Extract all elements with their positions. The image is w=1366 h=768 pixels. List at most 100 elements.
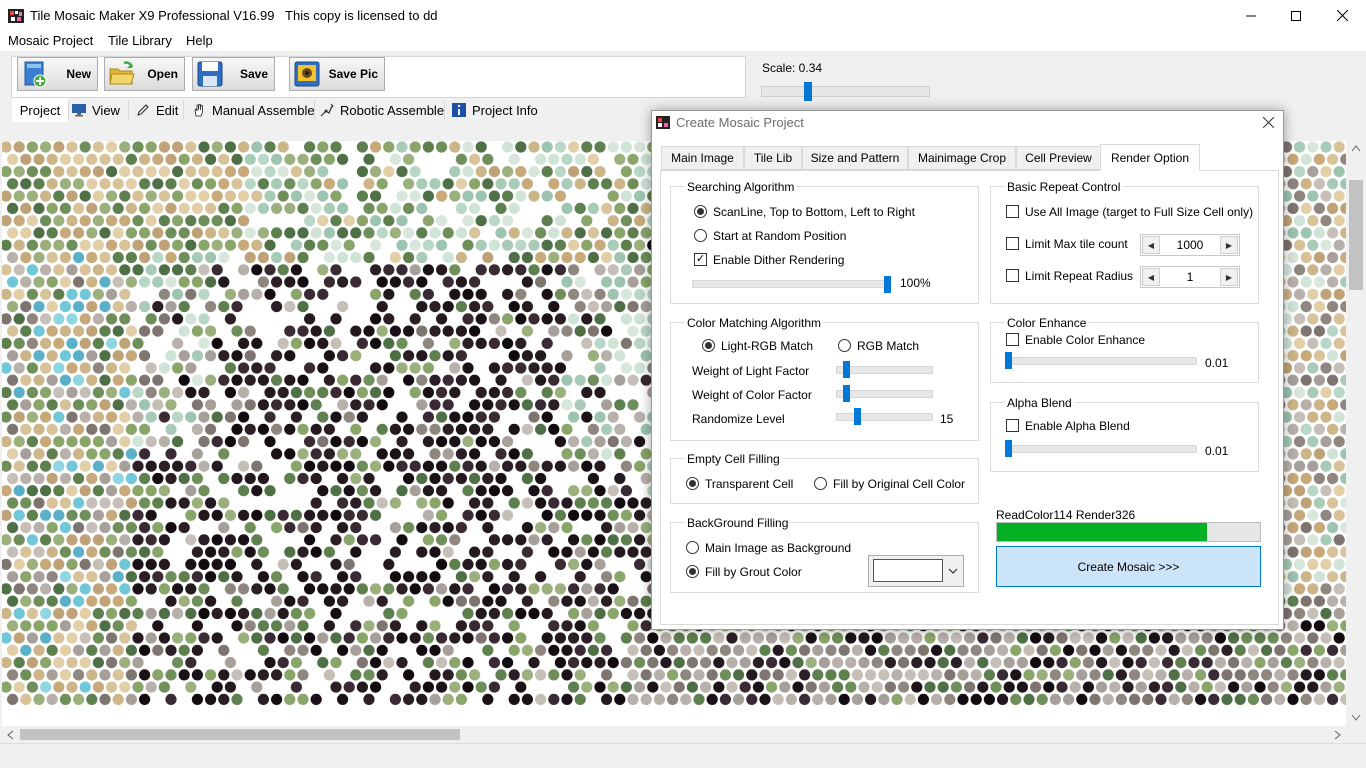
scale-slider-thumb[interactable] bbox=[804, 82, 812, 101]
light-rgb-radio[interactable] bbox=[702, 339, 715, 352]
main-image-background-label: Main Image as Background bbox=[705, 541, 852, 555]
horizontal-scrollbar-thumb[interactable] bbox=[20, 729, 460, 740]
light-rgb-label: Light-RGB Match bbox=[721, 339, 814, 353]
color-enhance-checkbox[interactable] bbox=[1006, 333, 1019, 346]
dialog-close-button[interactable] bbox=[1258, 112, 1278, 132]
searching-algorithm-title: Searching Algorithm bbox=[685, 180, 797, 194]
transparent-cell-label: Transparent Cell bbox=[705, 477, 794, 491]
nav-divider bbox=[314, 100, 315, 120]
use-all-image-checkbox[interactable] bbox=[1006, 205, 1019, 218]
color-enhance-group bbox=[990, 322, 1259, 383]
close-button[interactable] bbox=[1319, 0, 1365, 31]
minimize-button[interactable] bbox=[1228, 0, 1274, 31]
limit-radius-spinner[interactable]: ◀ 1 ▶ bbox=[1140, 266, 1240, 288]
save-pic-button[interactable]: Save Pic bbox=[289, 57, 385, 91]
fill-original-radio[interactable] bbox=[814, 477, 827, 490]
info-icon bbox=[452, 103, 466, 117]
status-bar bbox=[0, 743, 1366, 768]
robot-arm-icon bbox=[320, 103, 334, 117]
randomize-slider-thumb[interactable] bbox=[854, 408, 861, 425]
dialog-app-icon bbox=[656, 116, 670, 129]
dialog-tab-mainimage-crop[interactable]: Mainimage Crop bbox=[908, 146, 1016, 170]
grout-color-radio[interactable] bbox=[686, 565, 699, 578]
nav-divider bbox=[444, 100, 445, 120]
limit-radius-value[interactable]: 1 bbox=[1161, 270, 1219, 284]
decrement-icon[interactable]: ◀ bbox=[1142, 268, 1160, 286]
alpha-blend-slider-thumb[interactable] bbox=[1005, 440, 1012, 457]
dialog-tab-main-image[interactable]: Main Image bbox=[661, 146, 744, 170]
nav-tab-project-info[interactable]: Project Info bbox=[452, 98, 538, 122]
dialog-tab-cell-preview[interactable]: Cell Preview bbox=[1016, 146, 1101, 170]
color-factor-slider-thumb[interactable] bbox=[843, 385, 850, 402]
monitor-icon bbox=[72, 104, 86, 117]
dialog-tab-size-and-pattern[interactable]: Size and Pattern bbox=[802, 146, 908, 170]
dialog-tab-tile-lib[interactable]: Tile Lib bbox=[744, 146, 802, 170]
nav-tab-label: Project bbox=[19, 102, 61, 118]
save-disk-icon bbox=[197, 61, 223, 87]
nav-tab-manual-assemble[interactable]: Manual Assemble bbox=[192, 98, 315, 122]
limit-max-checkbox[interactable] bbox=[1006, 237, 1019, 250]
menu-help[interactable]: Help bbox=[186, 33, 213, 48]
randomize-slider[interactable] bbox=[836, 413, 933, 421]
limit-max-spinner[interactable]: ◀ 1000 ▶ bbox=[1140, 234, 1240, 256]
random-position-radio[interactable] bbox=[694, 229, 707, 242]
menu-tile-library[interactable]: Tile Library bbox=[108, 33, 172, 48]
close-icon bbox=[1262, 116, 1274, 128]
save-button[interactable]: Save bbox=[192, 57, 275, 91]
random-position-label: Start at Random Position bbox=[713, 229, 847, 243]
limit-radius-checkbox[interactable] bbox=[1006, 269, 1019, 282]
maximize-button[interactable] bbox=[1273, 0, 1319, 31]
open-button-label: Open bbox=[147, 67, 178, 81]
empty-cell-title: Empty Cell Filling bbox=[685, 452, 782, 466]
light-factor-label: Weight of Light Factor bbox=[692, 364, 810, 378]
decrement-icon[interactable]: ◀ bbox=[1142, 236, 1160, 254]
scale-slider[interactable] bbox=[761, 86, 930, 97]
color-enhance-slider-thumb[interactable] bbox=[1005, 352, 1012, 369]
color-enhance-slider[interactable] bbox=[1005, 357, 1197, 365]
alpha-blend-checkbox[interactable] bbox=[1006, 419, 1019, 432]
scroll-down-icon[interactable] bbox=[1351, 714, 1361, 722]
increment-icon[interactable]: ▶ bbox=[1220, 236, 1238, 254]
dither-slider-thumb[interactable] bbox=[884, 276, 891, 293]
new-button-label: New bbox=[66, 67, 91, 81]
scroll-up-icon[interactable] bbox=[1351, 144, 1361, 152]
transparent-cell-radio[interactable] bbox=[686, 477, 699, 490]
color-factor-slider[interactable] bbox=[836, 390, 933, 398]
vertical-scrollbar-thumb[interactable] bbox=[1349, 180, 1363, 290]
scroll-right-icon[interactable] bbox=[1334, 730, 1342, 740]
scanline-radio[interactable] bbox=[694, 205, 707, 218]
chevron-down-icon[interactable] bbox=[946, 564, 960, 578]
new-file-icon bbox=[24, 61, 47, 88]
minimize-icon bbox=[1246, 15, 1256, 16]
nav-tab-project[interactable]: Project bbox=[12, 98, 68, 122]
window-title: Tile Mosaic Maker X9 Professional V16.99… bbox=[30, 8, 438, 23]
save-pic-button-label: Save Pic bbox=[328, 67, 378, 81]
dither-percent: 100% bbox=[900, 276, 931, 290]
scanline-label: ScanLine, Top to Bottom, Left to Right bbox=[713, 205, 915, 219]
light-factor-slider-thumb[interactable] bbox=[843, 361, 850, 378]
maximize-icon bbox=[1291, 10, 1301, 21]
main-image-background-radio[interactable] bbox=[686, 541, 699, 554]
randomize-value: 15 bbox=[940, 412, 954, 426]
new-button[interactable]: New bbox=[17, 57, 98, 91]
dialog-tab-render-option[interactable]: Render Option bbox=[1100, 144, 1200, 171]
open-button[interactable]: Open bbox=[104, 57, 185, 91]
alpha-blend-slider[interactable] bbox=[1005, 445, 1197, 453]
pencil-icon bbox=[137, 104, 149, 116]
render-progress-fill bbox=[997, 523, 1207, 541]
nav-tab-edit[interactable]: Edit bbox=[136, 98, 178, 122]
open-folder-icon bbox=[109, 61, 135, 85]
dither-slider[interactable] bbox=[692, 280, 888, 288]
dither-label: Enable Dither Rendering bbox=[713, 253, 845, 267]
create-mosaic-button[interactable]: Create Mosaic >>> bbox=[996, 546, 1261, 587]
use-all-image-label: Use All Image (target to Full Size Cell … bbox=[1025, 205, 1254, 219]
rgb-match-radio[interactable] bbox=[838, 339, 851, 352]
scroll-left-icon[interactable] bbox=[6, 730, 14, 740]
menu-mosaic-project[interactable]: Mosaic Project bbox=[8, 33, 93, 48]
dither-checkbox[interactable]: ✓ bbox=[694, 253, 707, 266]
nav-tab-view[interactable]: View bbox=[72, 98, 120, 122]
light-factor-slider[interactable] bbox=[836, 366, 933, 374]
limit-max-value[interactable]: 1000 bbox=[1161, 238, 1219, 252]
increment-icon[interactable]: ▶ bbox=[1220, 268, 1238, 286]
nav-tab-robotic-assemble[interactable]: Robotic Assemble bbox=[320, 98, 444, 122]
